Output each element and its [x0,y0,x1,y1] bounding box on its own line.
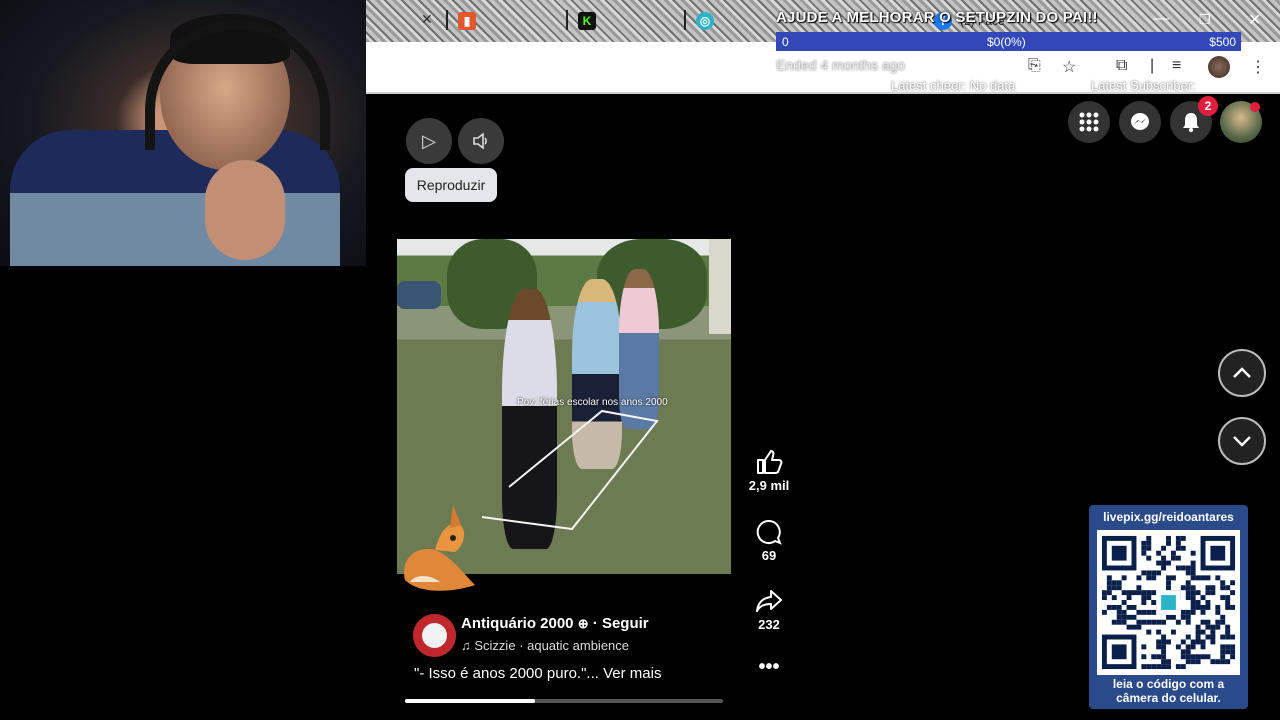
tab-separator [446,10,448,30]
browser-profile-avatar[interactable] [1208,56,1230,78]
qr-caption: leia o código com a câmera do celular. [1089,677,1248,705]
goal-current: $0(0%) [987,35,1026,49]
messenger-icon [1131,113,1149,130]
qr-code [1097,530,1240,675]
profile-status-dot [1250,102,1260,112]
page-avatar[interactable] [413,614,456,657]
webcam-feed [0,0,366,266]
goal-progress-bar: 0 $0(0%) $500 [776,32,1241,51]
qr-caption-line1: leia o código com a [1112,677,1225,691]
post-description: "- Isso é anos 2000 puro."... Ver mais [414,665,661,682]
comment-count: 69 [761,548,777,563]
bell-icon [1183,113,1199,133]
like-count: 2,9 mil [748,478,790,493]
more-icon: ••• [758,656,780,678]
more-options-button[interactable]: ••• [745,656,793,679]
play-tooltip: Reproduzir [405,168,497,202]
goal-title: AJUDE A MELHORAR O SETUPZIN DO PAI!! [776,9,1098,26]
circle-app-icon[interactable]: ◎ [696,12,714,30]
goal-target: $500 [1209,35,1236,49]
media-control-icon[interactable]: ≡ [1172,57,1181,75]
tab-separator [566,10,568,30]
page-name-row: Antiquário 2000 ⊕ · Seguir [461,615,649,632]
globe-icon: ⊕ [577,616,589,631]
latest-cheer: Latest cheer: No data [891,78,1016,93]
menu-grid-button[interactable] [1068,101,1110,143]
previous-video-button[interactable] [1218,349,1266,397]
chevron-up-icon [1233,367,1251,378]
next-video-button[interactable] [1218,417,1266,465]
share-button[interactable]: 232 [745,587,793,632]
goal-start: 0 [782,35,789,49]
thumbs-up-icon [757,450,783,474]
music-label: Scizzie · aquatic ambience [474,638,630,653]
comment-icon [756,519,782,545]
divider: | [1150,57,1155,74]
share-count: 232 [758,617,780,632]
close-window-icon[interactable]: ✕ [1248,10,1261,30]
fox-sticker [404,505,475,591]
bookmark-icon[interactable]: ▮ [458,12,476,30]
webcam-hand [205,160,285,260]
grid-icon [1079,112,1099,132]
livepix-qr-panel: livepix.gg/reidoantares leia o código co… [1089,505,1248,709]
comment-button[interactable]: 69 [745,518,793,563]
extensions-icon[interactable]: ⧉ [1116,57,1127,75]
volume-button[interactable] [458,118,504,164]
qr-caption-line2: câmera do celular. [1116,691,1221,705]
follow-link[interactable]: · Seguir [593,615,649,632]
tab-close-icon[interactable]: ✕ [421,11,433,28]
description-text: "- Isso é anos 2000 puro."... [414,665,599,682]
minimize-icon[interactable]: — [1153,10,1169,28]
video-progress-fill [405,699,536,703]
page-name[interactable]: Antiquário 2000 [461,615,574,632]
notification-badge: 2 [1198,96,1218,116]
chevron-down-icon [1233,436,1251,447]
goal-ended: Ended 4 months ago [776,57,906,73]
music-note-icon: ♫ [461,638,475,653]
play-icon: ▷ [422,130,436,151]
play-button[interactable]: ▷ [406,118,452,164]
kick-icon[interactable]: K [578,12,596,30]
speaker-icon [473,132,487,150]
video-progress-bar[interactable] [405,699,723,703]
latest-subscriber: Latest Subscriber: [1091,78,1196,93]
like-button[interactable]: 2,9 mil [745,448,793,493]
restore-icon[interactable]: ❐ [1199,12,1211,28]
video-caption: Pov: férias escolar nos anos 2000 [517,397,668,408]
star-icon[interactable]: ☆ [1062,57,1076,77]
webcam-shirt [10,130,340,266]
messenger-button[interactable] [1119,101,1161,143]
tab-separator [684,10,686,30]
install-app-icon[interactable]: ⎘ [1028,57,1041,75]
menu-icon[interactable]: ⋮ [1250,57,1266,77]
see-more-link[interactable]: Ver mais [603,665,661,682]
qr-url: livepix.gg/reidoantares [1103,510,1234,524]
music-row[interactable]: ♫ Scizzie · aquatic ambience [461,638,629,653]
share-icon [756,590,782,612]
